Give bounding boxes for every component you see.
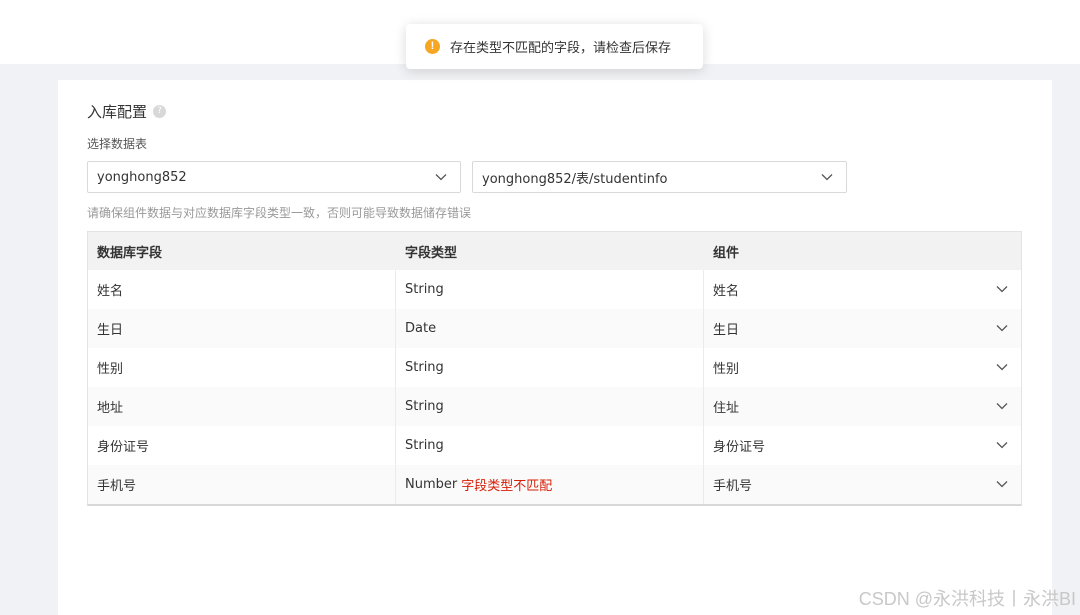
table-row: 生日 Date 生日	[88, 309, 1021, 348]
field-type-value: String	[405, 438, 444, 453]
component-value: 住址	[713, 401, 740, 416]
help-icon[interactable]: ?	[153, 105, 167, 118]
component-value: 手机号	[713, 479, 753, 494]
database-select[interactable]: yonghong852	[87, 161, 461, 193]
chevron-down-icon	[996, 481, 1008, 488]
table-row: 地址 String 住址	[88, 387, 1021, 426]
field-type-value: String	[405, 282, 444, 297]
field-type-cell: Number 字段类型不匹配	[396, 465, 704, 504]
header-component: 组件	[713, 245, 740, 261]
chevron-down-icon	[996, 364, 1008, 371]
hint-text: 请确保组件数据与对应数据库字段类型一致，否则可能导致数据储存错误	[87, 206, 472, 220]
section-title: 入库配置 ?	[87, 101, 167, 122]
component-value: 姓名	[713, 284, 740, 299]
component-value: 生日	[713, 323, 740, 338]
watermark: CSDN @永洪科技丨永洪BI	[858, 589, 1076, 609]
table-row: 手机号 Number 字段类型不匹配 手机号	[88, 465, 1021, 504]
type-mismatch-error: 字段类型不匹配	[461, 479, 553, 494]
toast-message: 存在类型不匹配的字段，请检查后保存	[450, 41, 672, 56]
chevron-down-icon	[821, 174, 833, 181]
table-header-row: 数据库字段 字段类型 组件	[88, 232, 1021, 270]
field-type-value: String	[405, 399, 444, 414]
section-title-text: 入库配置	[87, 103, 148, 121]
chevron-down-icon	[435, 174, 447, 181]
config-panel: 入库配置 ? 选择数据表 yonghong852 yonghong852/表/s…	[58, 80, 1052, 615]
db-field-cell: 生日	[88, 309, 396, 348]
field-type-cell: String	[396, 348, 704, 387]
table-select-value: yonghong852/表/studentinfo	[482, 171, 668, 187]
db-field-cell: 手机号	[88, 465, 396, 504]
database-select-value: yonghong852	[97, 169, 187, 185]
db-field-cell: 姓名	[88, 270, 396, 309]
component-select[interactable]: 生日	[704, 309, 1021, 348]
field-mapping-table: 数据库字段 字段类型 组件 姓名 String 姓名 生日 Date 生日 性别…	[87, 231, 1022, 506]
warning-toast: ! 存在类型不匹配的字段，请检查后保存	[406, 24, 703, 69]
component-select[interactable]: 住址	[704, 387, 1021, 426]
field-type-value: Number	[405, 477, 458, 492]
table-row: 身份证号 String 身份证号	[88, 426, 1021, 465]
field-type-cell: String	[396, 387, 704, 426]
table-select[interactable]: yonghong852/表/studentinfo	[472, 161, 847, 193]
chevron-down-icon	[996, 442, 1008, 449]
header-field-type: 字段类型	[405, 245, 458, 261]
table-row: 性别 String 性别	[88, 348, 1021, 387]
chevron-down-icon	[996, 403, 1008, 410]
component-select[interactable]: 姓名	[704, 270, 1021, 309]
db-field-cell: 身份证号	[88, 426, 396, 465]
field-type-cell: String	[396, 426, 704, 465]
component-select[interactable]: 手机号	[704, 465, 1021, 504]
db-field-cell: 性别	[88, 348, 396, 387]
field-type-value: Date	[405, 321, 437, 336]
table-row: 姓名 String 姓名	[88, 270, 1021, 309]
component-select[interactable]: 身份证号	[704, 426, 1021, 465]
field-type-cell: String	[396, 270, 704, 309]
component-select[interactable]: 性别	[704, 348, 1021, 387]
field-type-value: String	[405, 360, 444, 375]
field-type-cell: Date	[396, 309, 704, 348]
db-field-cell: 地址	[88, 387, 396, 426]
select-table-label: 选择数据表	[87, 137, 148, 151]
component-value: 性别	[713, 362, 740, 377]
component-value: 身份证号	[713, 440, 766, 455]
warning-icon: !	[425, 39, 440, 54]
chevron-down-icon	[996, 286, 1008, 293]
chevron-down-icon	[996, 325, 1008, 332]
header-db-field: 数据库字段	[97, 245, 163, 261]
